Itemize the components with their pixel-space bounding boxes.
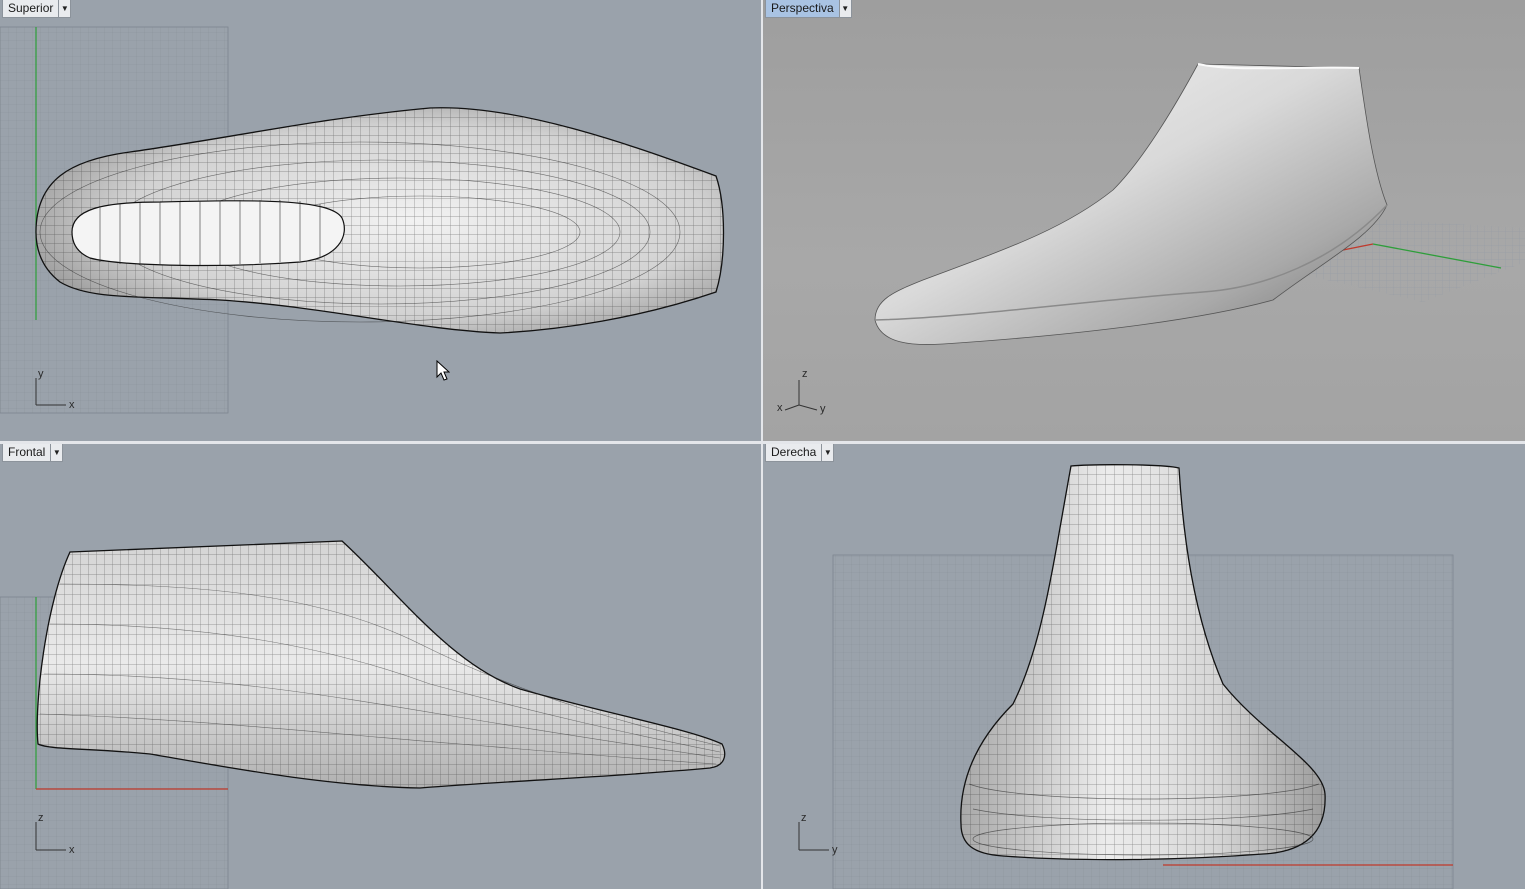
- axis-label-y: y: [832, 844, 838, 856]
- viewport-tab-front[interactable]: Frontal ▼: [2, 444, 64, 462]
- right-canvas[interactable]: y z: [763, 444, 1525, 889]
- axis-label-z: z: [38, 812, 44, 824]
- axis-indicator: y z: [798, 812, 838, 856]
- viewport-divider-vertical[interactable]: [761, 0, 763, 889]
- chevron-down-icon[interactable]: ▼: [58, 0, 71, 17]
- front-canvas[interactable]: x z: [0, 444, 761, 889]
- viewport-divider-horizontal[interactable]: [0, 441, 1525, 444]
- viewport-front[interactable]: Frontal ▼ x z: [0, 444, 761, 889]
- viewport-title: Perspectiva: [771, 1, 834, 15]
- viewport-title: Superior: [8, 1, 54, 15]
- axis-label-z: z: [801, 812, 807, 824]
- axis-label-x: x: [69, 844, 75, 856]
- mesh-overlay: [37, 541, 725, 788]
- viewport-title: Frontal: [8, 445, 46, 459]
- mouse-pointer-icon: [436, 359, 451, 387]
- chevron-down-icon[interactable]: ▼: [50, 444, 63, 461]
- heel-opening: [71, 200, 345, 267]
- axis-label-y: y: [820, 403, 826, 415]
- chevron-down-icon[interactable]: ▼: [821, 444, 834, 461]
- axis-indicator: z x y: [777, 368, 826, 415]
- axis-label-y: y: [38, 368, 44, 380]
- viewport-right[interactable]: Derecha ▼ y z: [763, 444, 1525, 889]
- viewport-tab-perspective[interactable]: Perspectiva ▼: [765, 0, 852, 18]
- top-canvas[interactable]: x y: [0, 0, 761, 441]
- shoe-last-perspective: [874, 63, 1388, 345]
- axis-label-z: z: [802, 368, 808, 380]
- viewport-perspective[interactable]: Perspectiva ▼ z x y: [763, 0, 1525, 441]
- axis-label-x: x: [777, 402, 783, 414]
- viewport-tab-top[interactable]: Superior ▼: [2, 0, 72, 18]
- viewport-top[interactable]: Superior ▼ x y: [0, 0, 761, 441]
- chevron-down-icon[interactable]: ▼: [838, 0, 851, 17]
- perspective-canvas[interactable]: z x y: [763, 0, 1525, 441]
- axis-label-x: x: [69, 399, 75, 411]
- viewport-title: Derecha: [771, 445, 817, 459]
- viewport-tab-right[interactable]: Derecha ▼: [765, 444, 835, 462]
